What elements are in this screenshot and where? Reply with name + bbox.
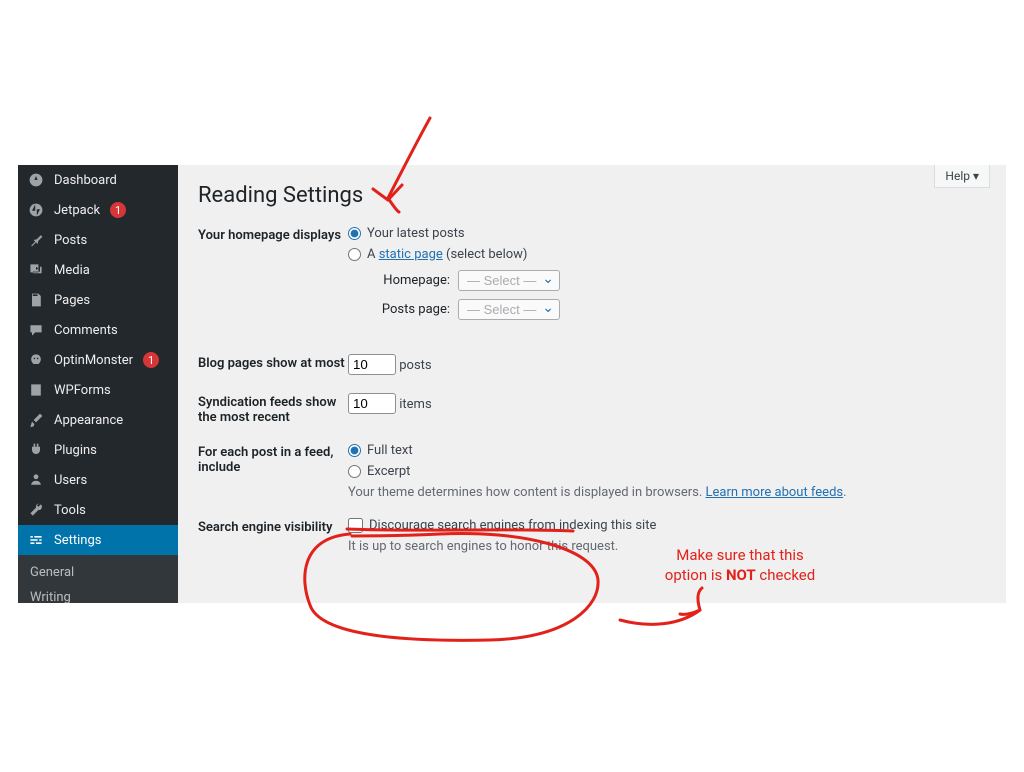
sidebar-item-wpforms[interactable]: WPForms: [18, 375, 178, 405]
row-feed-include: For each post in a feed, include Full te…: [198, 443, 986, 500]
wrench-icon: [26, 502, 46, 518]
radio-latest-posts[interactable]: [348, 227, 361, 240]
sidebar-label: WPForms: [54, 383, 111, 398]
sidebar-label: OptinMonster: [54, 353, 133, 368]
row-syndication: Syndication feeds show the most recent i…: [198, 393, 986, 425]
radio-static-page[interactable]: [348, 248, 361, 261]
sidebar-label: Settings: [54, 533, 101, 548]
radio-label: Full text: [367, 443, 413, 458]
sidebar-label: Pages: [54, 293, 90, 308]
unit: items: [399, 397, 431, 412]
radio-label: Excerpt: [367, 464, 410, 479]
settings-page: Help ▾ Reading Settings Your homepage di…: [178, 165, 1006, 603]
homepage-select-label: Homepage:: [372, 273, 450, 288]
blog-pages-input[interactable]: [348, 354, 396, 375]
comment-icon: [26, 322, 46, 338]
row-homepage-displays: Your homepage displays Your latest posts…: [198, 226, 986, 326]
sidebar-label: Tools: [54, 503, 86, 518]
search-visibility-note: It is up to search engines to honor this…: [348, 539, 986, 554]
jetpack-icon: [26, 202, 46, 218]
settings-submenu: General Writing Reading Discussion: [18, 555, 178, 603]
sidebar-label: Posts: [54, 233, 87, 248]
sidebar-item-optinmonster[interactable]: OptinMonster 1: [18, 345, 178, 375]
gauge-icon: [26, 172, 46, 188]
sidebar-label: Plugins: [54, 443, 97, 458]
sidebar-label: Jetpack: [54, 203, 100, 218]
sidebar-label: Users: [54, 473, 87, 488]
label-syndication: Syndication feeds show the most recent: [198, 393, 348, 425]
help-tab[interactable]: Help ▾: [934, 165, 990, 188]
radio-excerpt[interactable]: [348, 465, 361, 478]
sidebar-item-posts[interactable]: Posts: [18, 225, 178, 255]
radio-label: A static page (select below): [367, 247, 527, 262]
learn-more-feeds-link[interactable]: Learn more about feeds: [706, 485, 844, 500]
sidebar-item-users[interactable]: Users: [18, 465, 178, 495]
brush-icon: [26, 412, 46, 428]
static-page-link[interactable]: static page: [379, 247, 443, 262]
sidebar-label: Dashboard: [54, 173, 117, 188]
sidebar-item-pages[interactable]: Pages: [18, 285, 178, 315]
user-icon: [26, 472, 46, 488]
sub-item-general[interactable]: General: [18, 560, 178, 585]
sidebar-item-jetpack[interactable]: Jetpack 1: [18, 195, 178, 225]
feed-note: Your theme determines how content is dis…: [348, 485, 986, 500]
label-search-visibility: Search engine visibility: [198, 518, 348, 535]
page-title: Reading Settings: [198, 183, 986, 208]
label-feed-include: For each post in a feed, include: [198, 443, 348, 475]
optinmonster-icon: [26, 352, 46, 368]
postspage-select[interactable]: — Select —: [458, 299, 560, 320]
sidebar-item-plugins[interactable]: Plugins: [18, 435, 178, 465]
sidebar-label: Media: [54, 263, 90, 278]
sidebar-item-dashboard[interactable]: Dashboard: [18, 165, 178, 195]
form-icon: [26, 382, 46, 398]
admin-sidebar: Dashboard Jetpack 1 Posts Media Pages: [18, 165, 178, 603]
homepage-select[interactable]: — Select —: [458, 270, 560, 291]
radio-label: Your latest posts: [367, 226, 465, 241]
sliders-icon: [26, 532, 46, 548]
checkbox-label: Discourage search engines from indexing …: [369, 518, 656, 533]
sidebar-label: Comments: [54, 323, 118, 338]
label-homepage-displays: Your homepage displays: [198, 226, 348, 243]
badge: 1: [143, 352, 159, 368]
pin-icon: [26, 232, 46, 248]
media-icon: [26, 262, 46, 278]
badge: 1: [110, 202, 126, 218]
plug-icon: [26, 442, 46, 458]
radio-full-text[interactable]: [348, 444, 361, 457]
postspage-select-label: Posts page:: [372, 302, 450, 317]
row-search-visibility: Search engine visibility Discourage sear…: [198, 518, 986, 554]
label-blog-pages: Blog pages show at most: [198, 354, 348, 371]
sidebar-item-tools[interactable]: Tools: [18, 495, 178, 525]
unit: posts: [399, 358, 431, 373]
sidebar-item-media[interactable]: Media: [18, 255, 178, 285]
page-icon: [26, 292, 46, 308]
sidebar-item-settings[interactable]: Settings: [18, 525, 178, 555]
sidebar-item-appearance[interactable]: Appearance: [18, 405, 178, 435]
admin-frame: Dashboard Jetpack 1 Posts Media Pages: [18, 165, 1006, 603]
sidebar-item-comments[interactable]: Comments: [18, 315, 178, 345]
sidebar-label: Appearance: [54, 413, 123, 428]
sub-item-writing[interactable]: Writing: [18, 585, 178, 603]
checkbox-discourage-indexing[interactable]: [348, 518, 363, 533]
syndication-input[interactable]: [348, 393, 396, 414]
row-blog-pages: Blog pages show at most posts: [198, 354, 986, 375]
